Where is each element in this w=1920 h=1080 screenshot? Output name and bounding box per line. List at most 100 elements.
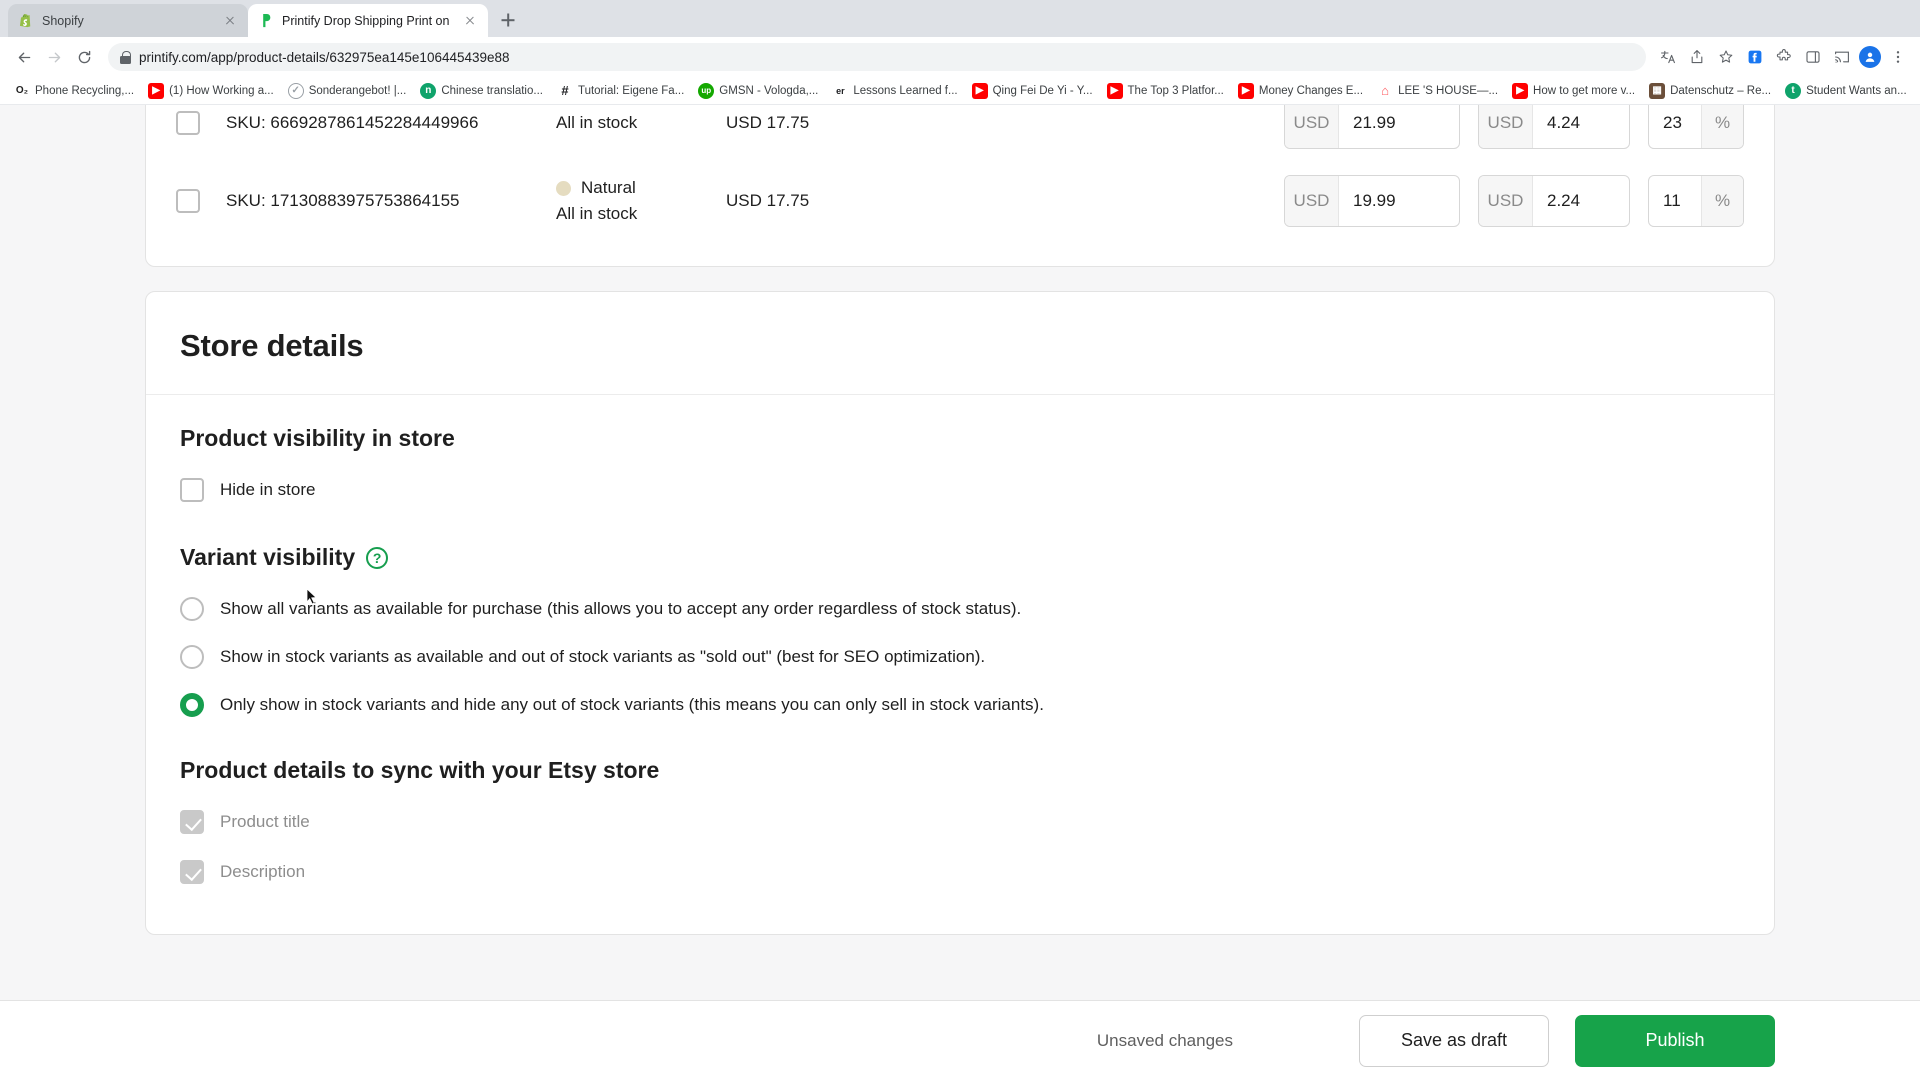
back-icon[interactable] [10,43,38,71]
sync-checkbox-disabled [180,810,204,834]
bookmark-item[interactable]: ✓ Sonderangebot! |... [282,81,413,101]
printify-icon [258,13,274,29]
margin-input[interactable] [1649,105,1701,148]
variant-checkbox[interactable] [176,111,200,135]
margin-input[interactable] [1649,176,1701,226]
variant-checkbox[interactable] [176,189,200,213]
variant-margin-field[interactable]: % [1648,105,1744,149]
share-icon[interactable] [1685,45,1709,69]
variant-visibility-option-1[interactable]: Show all variants as available for purch… [180,597,1740,621]
variant-color: Natural All in stock [556,178,726,224]
variant-visibility-option-2[interactable]: Show in stock variants as available and … [180,645,1740,669]
sync-item-description: Description [180,860,1740,884]
variant-price-field[interactable]: USD [1284,175,1460,227]
o2-icon: O₂ [14,82,30,99]
status-badge: Unsaved changes [1096,1030,1233,1050]
bookmark-label: Datenschutz – Re... [1670,84,1772,97]
bookmark-star-icon[interactable] [1714,45,1738,69]
variant-stock: All in stock [556,204,638,223]
variant-visibility-heading: Variant visibility [180,544,356,570]
close-icon[interactable] [222,13,238,29]
bookmark-item[interactable]: O₂ Phone Recycling,... [8,81,140,101]
variant-profit-field[interactable]: USD [1478,105,1630,149]
close-icon[interactable] [462,13,478,29]
bookmark-item[interactable]: ▶ Money Changes E... [1232,81,1369,101]
green-circle-icon: n [420,82,437,99]
browser-window: Shopify Printify Drop Shipping Print on … [0,0,1920,1080]
bookmark-item[interactable]: ▶ How to get more v... [1506,81,1641,101]
bookmark-item[interactable]: ⌂ LEE 'S HOUSE—... [1371,81,1504,101]
bookmark-label: Phone Recycling,... [35,84,135,97]
tab-shopify[interactable]: Shopify [8,4,248,37]
extension-puzzle-icon[interactable] [1772,45,1796,69]
option-label: Only show in stock variants and hide any… [220,695,1044,714]
profit-input[interactable] [1533,105,1629,148]
bookmark-item[interactable]: ▶(2) How To Add A... [1915,81,1920,101]
price-currency: USD [1285,105,1339,148]
facebook-icon[interactable] [1743,45,1767,69]
variant-profit-field[interactable]: USD [1478,175,1630,227]
tab-strip: Shopify Printify Drop Shipping Print on [0,0,1920,37]
reload-icon[interactable] [70,43,98,71]
variant-visibility-heading-row: Variant visibility ? [180,544,1740,571]
price-currency: USD [1285,176,1339,226]
bookmark-item[interactable]: ▶ Qing Fei De Yi - Y... [966,81,1099,101]
up-icon: up [698,82,715,99]
profile-avatar-icon[interactable] [1859,46,1881,68]
radio-button[interactable] [180,597,204,621]
menu-kebab-icon[interactable] [1886,45,1910,69]
store-details-body: Product visibility in store Hide in stor… [146,395,1774,934]
bookmark-item[interactable]: t Student Wants an... [1779,81,1913,101]
radio-button[interactable] [180,645,204,669]
variant-sku: SKU: 6669287861452284449966 [226,113,479,132]
bookmark-item[interactable]: n Chinese translatio... [414,81,549,101]
bookmark-label: LEE 'S HOUSE—... [1398,84,1499,97]
address-bar[interactable]: printify.com/app/product-details/632975e… [108,43,1646,71]
variant-price-field[interactable]: USD [1284,105,1460,149]
table-row: SKU: 6669287861452284449966 All in stock… [146,105,1774,162]
bookmark-item[interactable]: ▶ (1) How Working a... [142,81,280,101]
hide-in-store-checkbox[interactable] [180,478,204,502]
profit-input[interactable] [1533,176,1629,226]
bookmarks-bar: O₂ Phone Recycling,... ▶ (1) How Working a… [0,77,1920,105]
forward-icon[interactable] [40,43,68,71]
bookmark-item[interactable]: ▶ The Top 3 Platfor... [1101,81,1230,101]
bookmark-label: The Top 3 Platfor... [1127,84,1224,97]
question-circle-icon[interactable]: ? [366,546,389,569]
page-title: Store details [180,328,364,363]
cast-icon[interactable] [1830,45,1854,69]
tab-printify[interactable]: Printify Drop Shipping Print on [248,4,488,37]
er-text-icon: er [832,82,849,99]
hide-in-store-option[interactable]: Hide in store [180,478,1740,502]
image-icon: ▦ [1649,82,1666,99]
publish-button[interactable]: Publish [1575,1014,1775,1067]
bookmark-item[interactable]: e r Lessons Learned f... [826,81,963,101]
variant-stock: All in stock [556,113,638,132]
sidepanel-icon[interactable] [1801,45,1825,69]
store-details-header: Store details [146,292,1774,395]
youtube-icon: ▶ [1237,82,1254,99]
page-content: SKU: 6669287861452284449966 All in stock… [0,105,1920,935]
translate-icon[interactable] [1656,45,1680,69]
price-input[interactable] [1339,105,1459,148]
bookmark-label: Money Changes E... [1258,84,1364,97]
sync-item-product-title: Product title [180,810,1740,834]
youtube-icon: ▶ [148,82,165,99]
radio-button-selected[interactable] [180,693,204,717]
bookmark-item[interactable]: ▦ Datenschutz – Re... [1643,81,1777,101]
bookmark-label: Qing Fei De Yi - Y... [992,84,1093,97]
lock-icon [120,50,131,64]
teal-circle-icon: t [1785,82,1802,99]
product-visibility-heading: Product visibility in store [180,425,455,451]
bookmark-label: Lessons Learned f... [853,84,958,97]
bookmark-label: Chinese translatio... [441,84,543,97]
new-tab-button[interactable] [494,6,522,34]
bookmark-item[interactable]: # Tutorial: Eigene Fa... [551,81,690,101]
price-input[interactable] [1339,176,1459,226]
color-swatch-icon [556,180,571,196]
variant-margin-field[interactable]: % [1648,175,1744,227]
save-as-draft-button[interactable]: Save as draft [1359,1014,1549,1067]
bookmark-item[interactable]: up GMSN - Vologda,... [692,81,824,101]
variant-visibility-option-3[interactable]: Only show in stock variants and hide any… [180,693,1740,717]
table-row: SKU: 17130883975753864155 Natural All in… [146,162,1774,240]
